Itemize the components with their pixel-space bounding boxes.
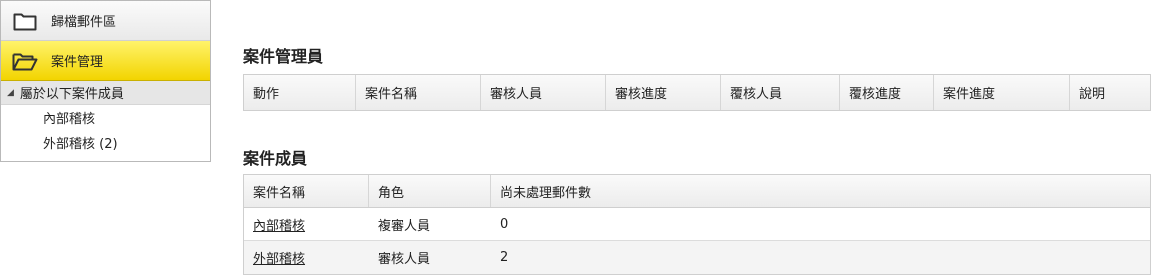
column-header-case-progress[interactable]: 案件進度 xyxy=(934,75,1070,110)
sidebar: 歸檔郵件區 案件管理 ◢ 屬於以下案件成員 內部稽核 外部稽核 (2) xyxy=(0,0,211,162)
table-row: 內部稽核 複審人員 0 xyxy=(244,208,1150,241)
column-header-role[interactable]: 角色 xyxy=(369,175,491,207)
sub-item-label: 外部稽核 (2) xyxy=(43,137,118,152)
pending-count-cell: 2 xyxy=(500,250,509,265)
column-header-case-name[interactable]: 案件名稱 xyxy=(244,175,369,207)
nav-item-case-management[interactable]: 案件管理 xyxy=(1,41,210,81)
column-header-pending-mail[interactable]: 尚未處理郵件數 xyxy=(491,175,1150,207)
role-cell: 複審人員 xyxy=(378,218,431,234)
folder-open-icon xyxy=(12,50,38,72)
column-header-re-reviewer[interactable]: 覆核人員 xyxy=(721,75,840,110)
table-row: 外部稽核 審核人員 2 xyxy=(244,241,1150,274)
nav-item-label: 歸檔郵件區 xyxy=(51,15,117,30)
column-header-case-name[interactable]: 案件名稱 xyxy=(356,75,481,110)
table-header-row: 案件名稱 角色 尚未處理郵件數 xyxy=(244,175,1150,208)
nav-item-archive[interactable]: 歸檔郵件區 xyxy=(1,1,210,41)
sub-item-label: 內部稽核 xyxy=(43,112,96,127)
pending-count-cell: 0 xyxy=(500,216,509,232)
expand-triangle-icon[interactable]: ◢ xyxy=(7,88,14,98)
case-link-external-audit[interactable]: 外部稽核 xyxy=(253,248,305,267)
column-header-reviewer[interactable]: 審核人員 xyxy=(481,75,606,110)
case-admin-title: 案件管理員 xyxy=(243,47,324,66)
case-admin-table: 動作 案件名稱 審核人員 審核進度 覆核人員 覆核進度 案件進度 說明 xyxy=(243,74,1151,111)
role-cell: 審核人員 xyxy=(378,252,431,267)
sub-item-internal-audit[interactable]: 內部稽核 xyxy=(1,105,210,130)
nav-item-label: 案件管理 xyxy=(51,55,104,70)
folder-closed-icon xyxy=(12,10,38,32)
sub-item-external-audit[interactable]: 外部稽核 (2) xyxy=(1,130,210,155)
case-members-title: 案件成員 xyxy=(243,149,308,168)
case-members-table: 案件名稱 角色 尚未處理郵件數 內部稽核 複審人員 0 外部稽核 審核人員 2 xyxy=(243,174,1151,275)
group-label: 屬於以下案件成員 xyxy=(19,87,124,102)
table-header-row: 動作 案件名稱 審核人員 審核進度 覆核人員 覆核進度 案件進度 說明 xyxy=(244,75,1150,110)
member-group-header[interactable]: ◢ 屬於以下案件成員 xyxy=(1,81,210,105)
case-link-internal-audit[interactable]: 內部稽核 xyxy=(253,215,305,234)
column-header-action[interactable]: 動作 xyxy=(244,75,356,110)
column-header-re-review-progress[interactable]: 覆核進度 xyxy=(840,75,934,110)
column-header-description[interactable]: 說明 xyxy=(1070,75,1150,110)
column-header-review-progress[interactable]: 審核進度 xyxy=(606,75,721,110)
